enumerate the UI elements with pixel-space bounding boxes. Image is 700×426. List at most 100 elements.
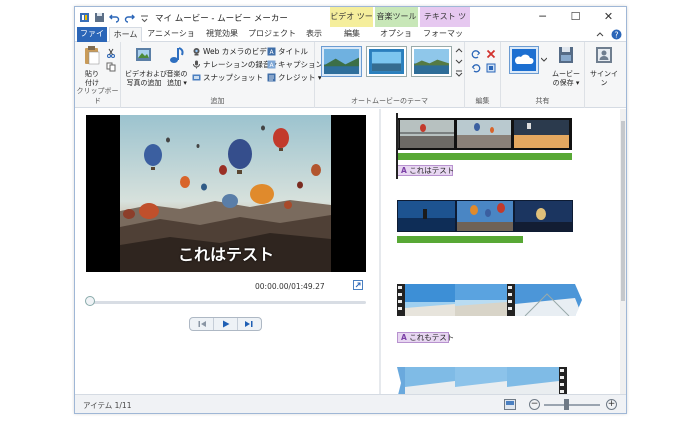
tab-options[interactable]: オプション [377,27,415,52]
tab-edit[interactable]: 編集 [337,27,367,42]
caption-icon: A [267,60,276,69]
caption-clip[interactable]: A これはテスト [397,165,454,176]
app-window: マイ ムービー - ムービー メーカー ビデオ ツール 音楽ツール テキスト ツ… [74,6,627,414]
caption-clip-icon: A [401,166,407,175]
snapshot-label: スナップショット [203,73,263,82]
credits-button[interactable]: クレジット ▾ [267,72,322,83]
caption-clip-icon: A [401,333,407,342]
zoom-slider[interactable] [544,404,600,406]
clip-thumbnails [397,284,582,317]
clip-thumbnails [397,118,572,150]
themes-scroll-down-icon[interactable] [455,57,463,66]
sign-in-button[interactable]: サインイン [587,45,621,88]
theme-fade-thumbnail [414,49,449,74]
record-narration-label: ナレーションの録音 ▾ [203,60,277,69]
snapshot-button[interactable]: スナップショット [192,72,263,83]
theme-default-thumbnail [324,49,359,74]
cut-icon[interactable] [106,48,116,58]
svg-text:?: ? [614,31,618,40]
ribbon: 貼り 付け クリップボード ビデオおよび 写真の追加 音楽の 追加 ▾ Web … [75,42,626,108]
playback-time: 00:00.00/01:49.27 [255,282,325,291]
status-bar: アイテム 1/11 − + [75,394,626,413]
tab-format[interactable]: フォーマット [422,27,464,52]
zoom-slider-thumb[interactable] [564,399,569,410]
title-label: タイトル [278,47,308,56]
tab-animations[interactable]: アニメーション [145,27,197,52]
context-tab-text-tools: テキスト ツール [420,7,470,41]
app-title: マイ ムービー - ムービー メーカー [155,14,288,24]
theme-contemporary[interactable] [366,46,407,77]
quick-access-toolbar [79,10,150,24]
caption-clip-text: これもテスト [409,333,455,342]
video-preview[interactable]: これはテスト [86,115,366,272]
add-music-button[interactable]: 音楽の 追加 ▾ [164,45,190,88]
previous-frame-button[interactable] [190,318,213,330]
video-clip[interactable] [397,200,573,232]
add-videos-photos-button[interactable]: ビデオおよび 写真の追加 [125,45,167,88]
tab-file[interactable]: ファイル [77,27,107,52]
theme-default[interactable] [321,46,362,77]
storyboard-scroll-thumb[interactable] [621,121,625,301]
themes-scroll-up-icon[interactable] [455,46,463,55]
zoom-out-button[interactable]: − [529,399,540,410]
video-clip[interactable] [397,284,582,317]
fullscreen-preview-button[interactable] [353,280,363,290]
tab-view[interactable]: 表示 [301,27,327,42]
ribbon-collapse-icon[interactable] [596,31,604,39]
tab-visual-effects[interactable]: 視覚効果 [201,27,243,42]
microphone-icon [193,60,200,69]
add-group-label: 追加 [210,97,225,105]
add-group: ビデオおよび 写真の追加 音楽の 追加 ▾ Web カメラのビデオ ナレーション… [121,42,323,108]
music-track[interactable] [397,153,572,160]
next-frame-button[interactable] [238,318,261,330]
record-narration-button[interactable]: ナレーションの録音 ▾ [192,59,277,70]
theme-fade[interactable] [411,46,452,77]
app-icon [80,12,89,22]
save-icon[interactable] [94,12,105,23]
zoom-in-button[interactable]: + [606,399,617,410]
redo-icon[interactable] [124,12,135,23]
themes-more-icon[interactable] [455,69,463,78]
edit-group-label: 編集 [475,97,490,105]
preview-pane: これはテスト 00:00.00/01:49.27 [75,109,379,394]
save-movie-button[interactable]: ムービー の保存 ▾ [551,45,581,88]
storyboard-scrollbar[interactable] [620,109,626,394]
share-group-label: 共有 [535,97,550,105]
sign-in-label: サインイン [590,70,618,87]
rotate-right-icon[interactable] [471,63,481,73]
minimize-button[interactable]: ─ [526,7,559,27]
webcam-video-button[interactable]: Web カメラのビデオ [192,46,274,57]
title-button[interactable]: A タイトル [267,46,308,57]
tab-home[interactable]: ホーム [109,27,142,43]
music-track[interactable] [397,236,523,243]
copy-icon[interactable] [106,62,116,72]
seek-bar[interactable] [86,301,366,304]
clip-thumbnails [397,367,567,394]
share-more-icon[interactable] [541,56,547,64]
playhead[interactable] [396,113,398,179]
title-bar: マイ ムービー - ムービー メーカー ビデオ ツール 音楽ツール テキスト ツ… [75,7,626,41]
seek-thumb[interactable] [85,296,95,306]
help-icon[interactable]: ? [611,29,622,40]
rotate-left-icon[interactable] [471,49,481,59]
select-all-icon[interactable] [486,63,496,73]
context-tab-video-tools: ビデオ ツール [330,7,373,41]
undo-icon[interactable] [109,12,120,23]
thumbnail-size-icon[interactable] [504,399,516,410]
play-icon [223,320,230,328]
next-frame-icon [245,321,253,327]
customize-quick-access-icon[interactable] [139,12,150,23]
caption-clip[interactable]: A これもテスト [397,332,454,343]
theme-contemporary-thumbnail [369,49,404,74]
maximize-button[interactable]: ☐ [559,7,592,27]
video-clip[interactable] [397,118,572,150]
add-music-label: 音楽の 追加 ▾ [166,70,188,87]
onedrive-share-button[interactable] [509,46,539,74]
automovie-themes-label: オートムービーのテーマ [351,97,428,105]
play-button[interactable] [213,318,238,330]
remove-icon[interactable] [486,49,496,59]
video-clip[interactable] [397,367,572,394]
paste-button[interactable]: 貼り 付け [79,45,105,88]
close-button[interactable]: ✕ [592,7,625,27]
tab-project[interactable]: プロジェクト [247,27,297,42]
